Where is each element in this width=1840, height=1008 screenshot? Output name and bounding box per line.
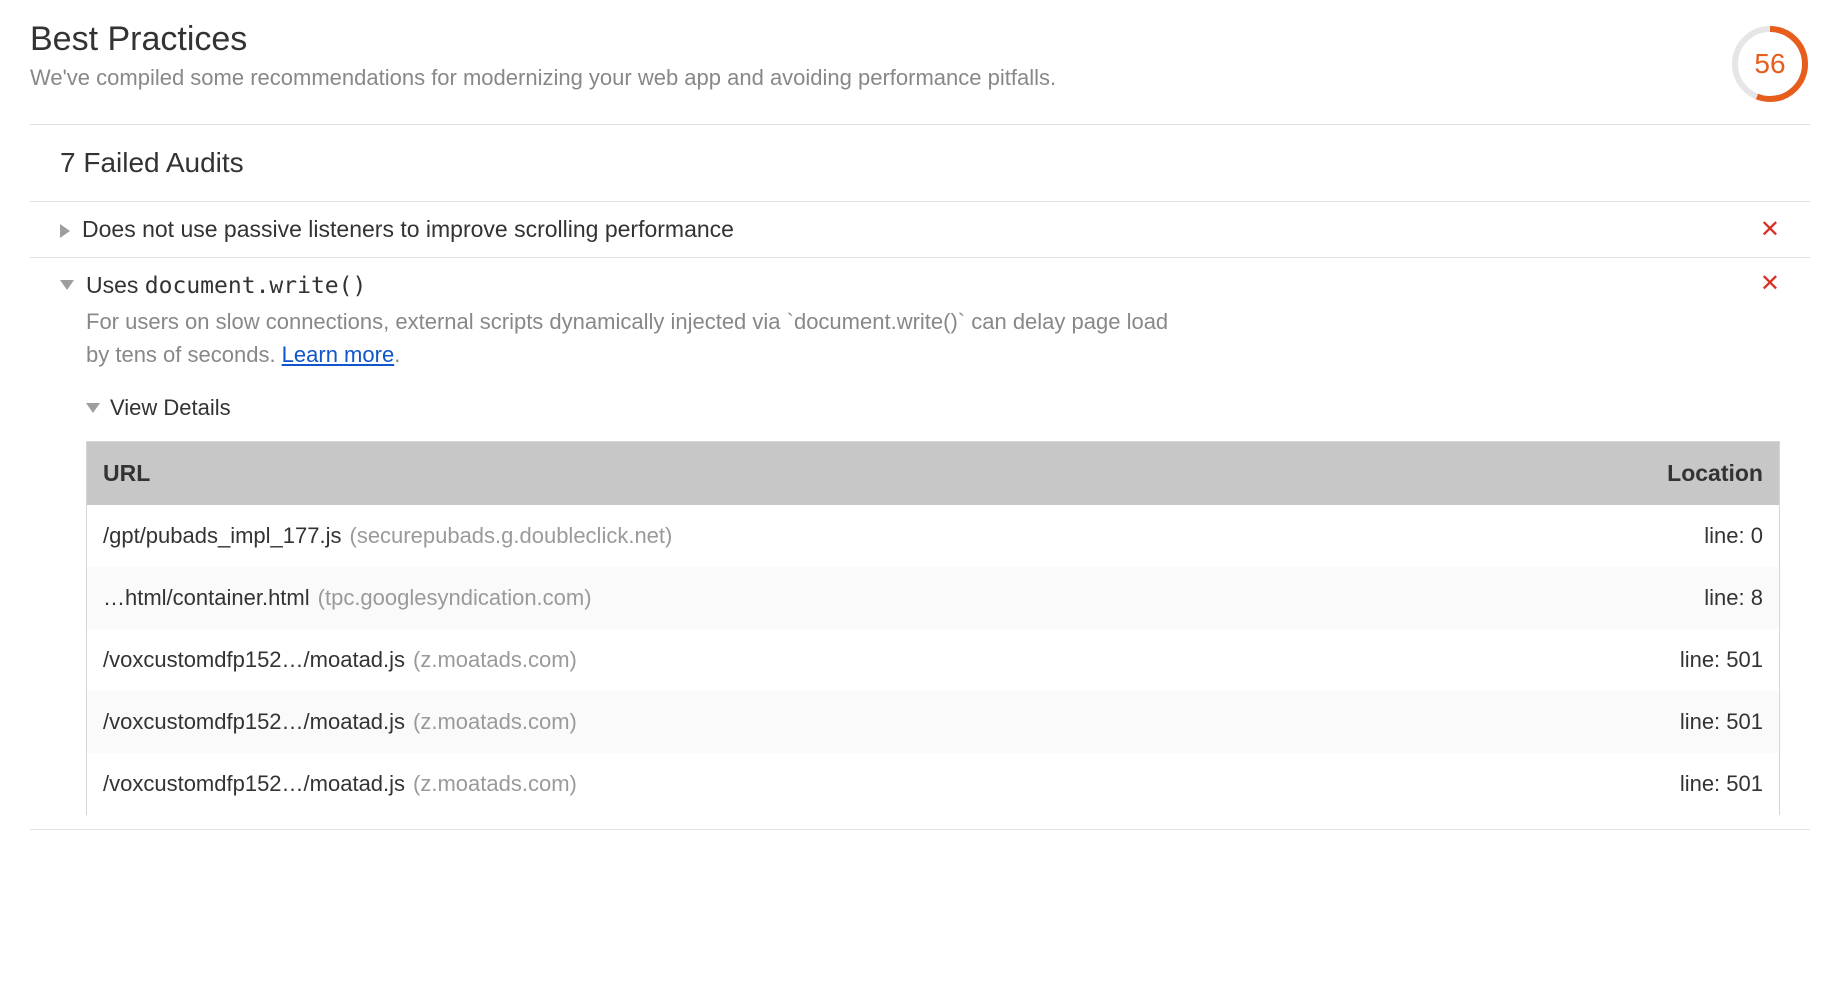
chevron-down-icon [86,403,100,413]
view-details-toggle[interactable]: View Details [86,395,1780,421]
table-row: /voxcustomdfp152…/moatad.js(z.moatads.co… [87,753,1779,815]
cell-location: line: 501 [1643,709,1763,735]
page-subtitle: We've compiled some recommendations for … [30,65,1730,91]
fail-x-icon: ✕ [1760,218,1780,242]
cell-location: line: 501 [1643,771,1763,797]
failed-audits-header: 7 Failed Audits [30,125,1810,202]
col-header-location: Location [1643,460,1763,487]
details-table: URL Location /gpt/pubads_impl_177.js(sec… [86,441,1780,815]
cell-location: line: 8 [1643,585,1763,611]
chevron-down-icon [60,280,74,290]
audit-desc-post: . [394,342,400,367]
score-gauge: 56 [1730,24,1810,104]
fail-x-icon: ✕ [1760,272,1780,296]
cell-location: line: 0 [1643,523,1763,549]
header: Best Practices We've compiled some recom… [30,20,1810,125]
audit-row-collapsed[interactable]: Does not use passive listeners to improv… [30,202,1810,258]
view-details-label: View Details [110,395,231,421]
col-header-url: URL [103,460,1643,487]
audit-row-expanded[interactable]: Uses document.write() ✕ For users on slo… [30,258,1810,830]
chevron-right-icon [60,224,70,238]
table-row: …html/container.html(tpc.googlesyndicati… [87,567,1779,629]
table-row: /voxcustomdfp152…/moatad.js(z.moatads.co… [87,691,1779,753]
audit-title: Does not use passive listeners to improv… [82,216,1748,243]
audit-desc-text: For users on slow connections, external … [86,309,1168,367]
audit-title-code: document.write() [145,273,367,299]
table-row: /gpt/pubads_impl_177.js(securepubads.g.d… [87,505,1779,567]
page-title: Best Practices [30,20,1730,59]
audit-title: Uses document.write() [86,272,1760,299]
learn-more-link[interactable]: Learn more [282,342,395,367]
cell-url: /voxcustomdfp152…/moatad.js(z.moatads.co… [103,709,1643,735]
audit-title-pre: Uses [86,272,145,298]
cell-url: /voxcustomdfp152…/moatad.js(z.moatads.co… [103,771,1643,797]
cell-url: /gpt/pubads_impl_177.js(securepubads.g.d… [103,523,1643,549]
table-row: /voxcustomdfp152…/moatad.js(z.moatads.co… [87,629,1779,691]
audit-description: For users on slow connections, external … [86,305,1186,371]
cell-url: …html/container.html(tpc.googlesyndicati… [103,585,1643,611]
score-value: 56 [1754,48,1785,80]
cell-url: /voxcustomdfp152…/moatad.js(z.moatads.co… [103,647,1643,673]
table-header: URL Location [87,442,1779,505]
cell-location: line: 501 [1643,647,1763,673]
